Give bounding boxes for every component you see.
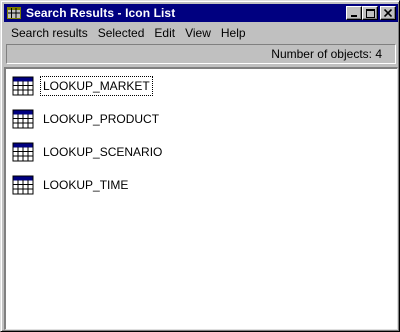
list-item[interactable]: LOOKUP_MARKET [12,75,153,97]
table-icon [12,142,34,162]
menu-help[interactable]: Help [216,24,251,42]
maximize-button[interactable] [362,6,378,20]
item-label: LOOKUP_SCENARIO [43,145,163,159]
results-list[interactable]: LOOKUP_MARKET LOOKUP_PRODUCT LOOKUP_SCEN… [4,67,398,330]
item-label: LOOKUP_PRODUCT [43,112,160,126]
table-icon [12,109,34,129]
close-button[interactable] [380,6,396,20]
maximize-icon [365,8,375,18]
menu-bar: Search results Selected Edit View Help [4,23,398,42]
minimize-button[interactable] [346,6,362,20]
item-label: LOOKUP_MARKET [40,76,153,96]
list-item[interactable]: LOOKUP_TIME [12,174,131,196]
table-icon [12,175,34,195]
list-item[interactable]: LOOKUP_SCENARIO [12,141,165,163]
list-item[interactable]: LOOKUP_PRODUCT [12,108,162,130]
title-bar[interactable]: Search Results - Icon List [4,4,398,22]
menu-search-results[interactable]: Search results [4,24,93,42]
menu-edit[interactable]: Edit [149,24,180,42]
item-label: LOOKUP_TIME [43,178,129,192]
window-controls [346,6,396,20]
window-title: Search Results - Icon List [26,6,176,20]
object-count-panel: Number of objects: 4 [6,44,396,64]
search-results-window: Search Results - Icon List Search result… [0,0,400,332]
minimize-icon [351,15,357,17]
object-count-text: Number of objects: 4 [271,47,382,61]
menu-selected[interactable]: Selected [93,24,150,42]
menu-view[interactable]: View [180,24,216,42]
close-icon [384,9,392,17]
table-grid-icon[interactable] [6,6,22,20]
table-icon [12,76,34,96]
